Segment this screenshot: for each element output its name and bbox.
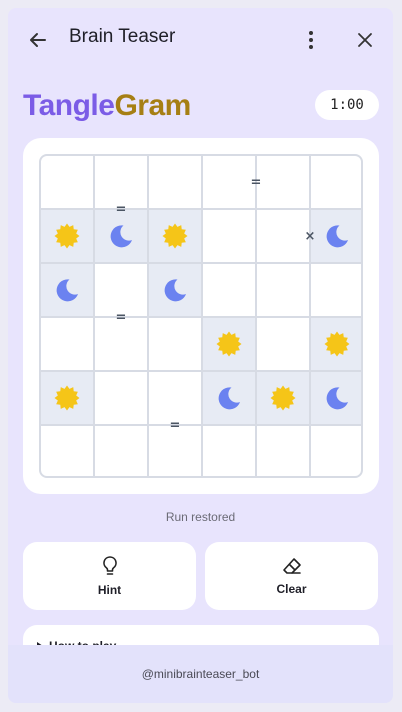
grid-cell[interactable]: [203, 426, 257, 476]
grid-cell[interactable]: [41, 426, 95, 476]
equal-constraint: =: [115, 201, 127, 217]
grid-cell[interactable]: [257, 156, 311, 210]
grid-cell[interactable]: [149, 156, 203, 210]
opposite-constraint: ×: [304, 228, 316, 244]
moon-icon: [326, 387, 348, 410]
sun-icon: [324, 331, 350, 357]
puzzle-grid: = = × = =: [39, 154, 363, 478]
app-window: Brain Teaser TangleGram 1:00 = = × = = Run r…: [8, 8, 393, 703]
grid-cell[interactable]: [203, 318, 257, 372]
grid-cell[interactable]: [311, 264, 361, 318]
grid-cell[interactable]: [311, 318, 361, 372]
moon-icon: [110, 225, 132, 248]
grid-cell[interactable]: [149, 210, 203, 264]
clear-label: Clear: [276, 582, 307, 596]
moon-icon: [326, 225, 348, 248]
grid-cell[interactable]: [41, 372, 95, 426]
eraser-icon: [282, 558, 301, 574]
top-bar: Brain Teaser: [8, 8, 393, 70]
page-title: Brain Teaser: [69, 26, 176, 47]
clear-button[interactable]: Clear: [205, 542, 378, 610]
grid-cell[interactable]: [149, 318, 203, 372]
grid-cell[interactable]: [257, 426, 311, 476]
status-text: Run restored: [165, 510, 236, 524]
grid-cell[interactable]: [95, 210, 149, 264]
equal-constraint: =: [115, 309, 127, 325]
sun-icon: [270, 385, 296, 411]
grid-cell[interactable]: [41, 210, 95, 264]
timer: 1:00: [315, 90, 379, 120]
bot-handle: @minibrainteaser_bot: [141, 667, 260, 681]
back-button[interactable]: [24, 26, 52, 54]
equal-constraint: =: [250, 174, 262, 190]
hint-label: Hint: [97, 583, 122, 597]
sun-icon: [162, 223, 188, 249]
grid-cell[interactable]: [311, 156, 361, 210]
grid-cell[interactable]: [95, 372, 149, 426]
close-button[interactable]: [351, 26, 379, 54]
grid-cell[interactable]: [203, 210, 257, 264]
grid-cell[interactable]: [311, 210, 361, 264]
grid-cell[interactable]: [95, 426, 149, 476]
moon-icon: [218, 387, 240, 410]
sun-icon: [216, 331, 242, 357]
grid-cell[interactable]: [41, 156, 95, 210]
equal-constraint: =: [169, 417, 181, 433]
lightbulb-icon: [102, 556, 117, 575]
grid-cell[interactable]: [311, 372, 361, 426]
grid-cell[interactable]: [257, 372, 311, 426]
more-vertical-icon: [309, 31, 313, 49]
logo-part-1: Tangle: [23, 89, 115, 122]
grid-cell[interactable]: [203, 264, 257, 318]
sun-icon: [54, 223, 80, 249]
moon-icon: [164, 279, 186, 302]
footer-bar: @minibrainteaser_bot: [8, 645, 393, 703]
grid-cell[interactable]: [311, 426, 361, 476]
hint-button[interactable]: Hint: [23, 542, 196, 610]
grid-cell[interactable]: [41, 318, 95, 372]
grid-cell[interactable]: [149, 426, 203, 476]
grid-cell[interactable]: [257, 318, 311, 372]
arrow-left-icon: [30, 33, 46, 47]
grid-cell[interactable]: [257, 264, 311, 318]
grid-cell[interactable]: [203, 372, 257, 426]
grid-cell[interactable]: [95, 318, 149, 372]
board-card: = = × = =: [23, 138, 379, 494]
moon-icon: [56, 279, 78, 302]
logo-part-2: Gram: [114, 89, 191, 122]
close-icon: [358, 33, 372, 47]
more-options-button[interactable]: [299, 26, 323, 54]
grid-cell[interactable]: [149, 264, 203, 318]
grid-cell[interactable]: [41, 264, 95, 318]
sun-icon: [54, 385, 80, 411]
game-logo: TangleGram: [23, 88, 191, 124]
